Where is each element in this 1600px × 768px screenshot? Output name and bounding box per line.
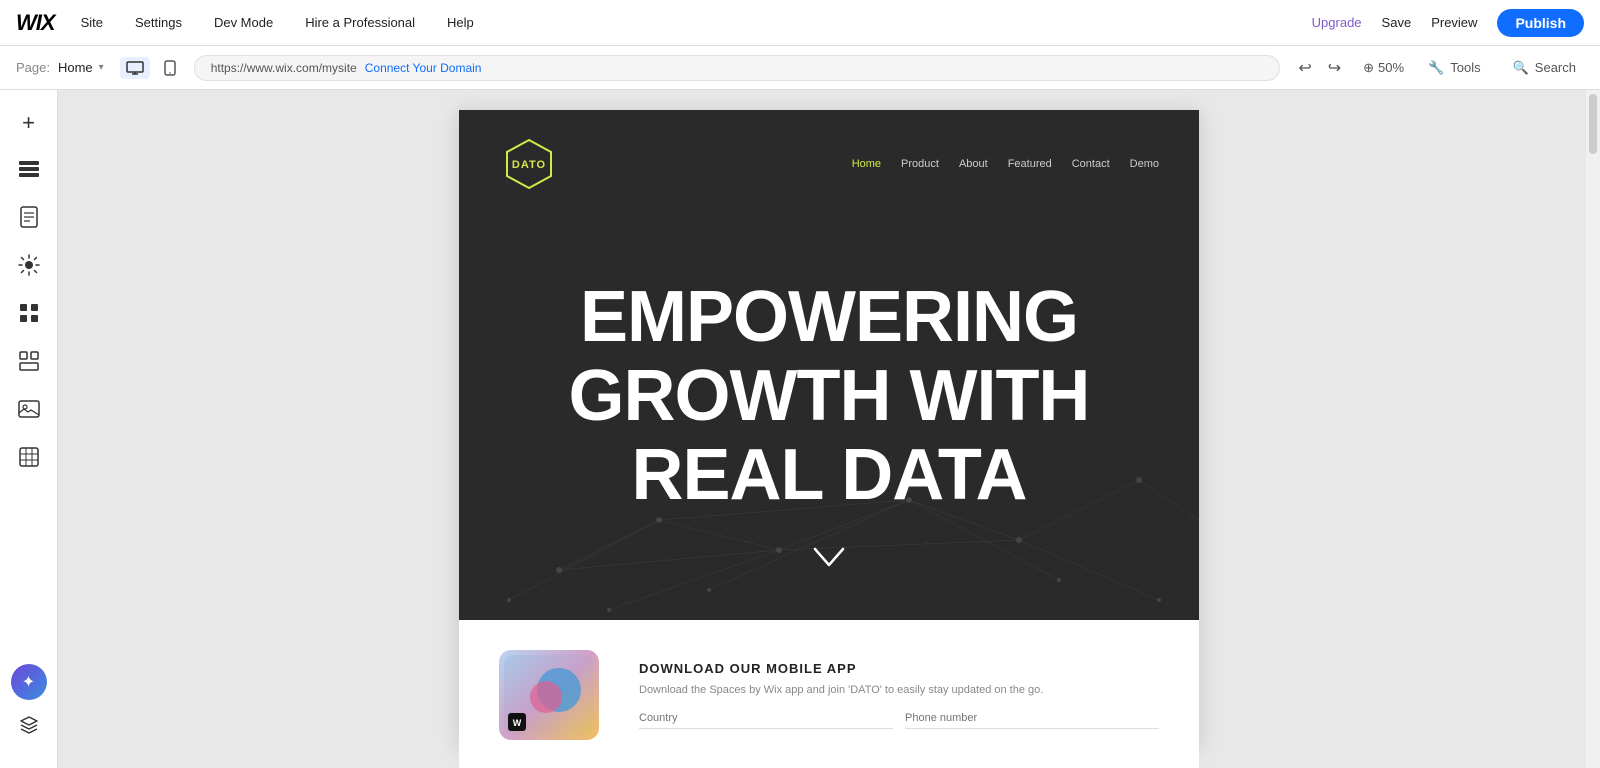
grid-icon — [19, 447, 39, 472]
search-icon: 🔍 — [1513, 60, 1529, 76]
hero-nav-contact[interactable]: Contact — [1072, 158, 1110, 170]
undo-button[interactable]: ↩ — [1292, 54, 1317, 82]
sidebar-grid[interactable] — [8, 438, 50, 480]
tools-icon: 🔧 — [1428, 60, 1444, 76]
top-nav: WIX Site Settings Dev Mode Hire a Profes… — [0, 0, 1600, 46]
hero-nav-featured[interactable]: Featured — [1008, 158, 1052, 170]
mobile-app-title: DOWNLOAD OUR MOBILE APP — [639, 661, 1159, 676]
country-input[interactable] — [639, 708, 893, 729]
media-icon — [18, 400, 40, 423]
app-mockup-image: W — [499, 650, 599, 740]
sidebar-apps[interactable] — [8, 294, 50, 336]
sections-icon — [18, 160, 40, 183]
desktop-device-icon[interactable] — [120, 57, 150, 79]
svg-text:DATO: DATO — [512, 159, 546, 171]
hero-section: DATO Home Product About Featured Contact… — [459, 110, 1199, 620]
publish-button[interactable]: Publish — [1497, 9, 1584, 37]
zoom-control[interactable]: ⊕ 50% — [1363, 60, 1404, 76]
addr-bar-right: ↩ ↪ ⊕ 50% 🔧 Tools 🔍 Search — [1292, 54, 1584, 82]
mobile-app-form — [639, 708, 1159, 729]
sidebar-bottom: ✦ — [8, 664, 50, 756]
search-button[interactable]: 🔍 Search — [1505, 56, 1584, 80]
tools-button[interactable]: 🔧 Tools — [1420, 56, 1489, 80]
url-text: https://www.wix.com/mysite — [211, 61, 357, 75]
nav-help[interactable]: Help — [441, 11, 480, 34]
wix-ai-button[interactable]: ✦ — [11, 664, 47, 700]
upgrade-button[interactable]: Upgrade — [1312, 15, 1362, 30]
svg-text:W: W — [513, 718, 522, 728]
sidebar-widgets[interactable] — [8, 342, 50, 384]
phone-input[interactable] — [905, 708, 1159, 729]
chevron-down-icon: ▾ — [99, 62, 104, 73]
preview-button[interactable]: Preview — [1431, 15, 1477, 30]
save-button[interactable]: Save — [1382, 15, 1412, 30]
left-sidebar: + ✦ — [0, 90, 58, 768]
nav-site[interactable]: Site — [75, 11, 109, 34]
hero-nav-product[interactable]: Product — [901, 158, 939, 170]
mobile-app-text: DOWNLOAD OUR MOBILE APP Download the Spa… — [639, 661, 1159, 730]
page-name: Home — [58, 60, 93, 75]
redo-button[interactable]: ↪ — [1322, 54, 1347, 82]
mobile-device-icon[interactable] — [158, 56, 182, 80]
undo-redo-group: ↩ ↪ — [1292, 54, 1347, 82]
widgets-icon — [19, 351, 39, 376]
vertical-scrollbar[interactable] — [1586, 90, 1600, 768]
tools-label: Tools — [1450, 60, 1480, 75]
pages-icon — [20, 206, 38, 233]
hero-title-line2: GROWTH WITH — [569, 357, 1090, 436]
address-bar: Page: Home ▾ https://www.wix.com/mysite … — [0, 46, 1600, 90]
canvas-area: DATO Home Product About Featured Contact… — [58, 90, 1600, 768]
hero-title: EMPOWERING GROWTH WITH REAL DATA — [569, 278, 1090, 516]
nav-hire[interactable]: Hire a Professional — [299, 11, 421, 34]
hero-title-line1: EMPOWERING — [569, 278, 1090, 357]
nav-dev-mode[interactable]: Dev Mode — [208, 11, 279, 34]
sidebar-add-icon[interactable]: + — [8, 102, 50, 144]
theme-icon — [18, 254, 40, 281]
site-preview: DATO Home Product About Featured Contact… — [459, 110, 1199, 748]
layers-icon — [19, 715, 39, 740]
sidebar-layers[interactable] — [8, 706, 50, 748]
sidebar-media[interactable] — [8, 390, 50, 432]
ai-sparkle-icon: ✦ — [22, 672, 35, 692]
nav-settings[interactable]: Settings — [129, 11, 188, 34]
add-icon: + — [22, 110, 35, 136]
mobile-app-section: W DOWNLOAD OUR MOBILE APP Download the S… — [459, 620, 1199, 768]
dato-logo: DATO — [499, 134, 559, 194]
zoom-value: 50% — [1378, 60, 1404, 75]
hero-nav-demo[interactable]: Demo — [1130, 158, 1159, 170]
hero-content: EMPOWERING GROWTH WITH REAL DATA — [459, 218, 1199, 614]
hero-nav-about[interactable]: About — [959, 158, 988, 170]
hero-title-line3: REAL DATA — [569, 436, 1090, 515]
wix-logo: WIX — [16, 10, 55, 36]
device-icons — [120, 56, 182, 80]
connect-domain-link[interactable]: Connect Your Domain — [365, 61, 482, 75]
hero-nav: DATO Home Product About Featured Contact… — [459, 110, 1199, 218]
sidebar-theme[interactable] — [8, 246, 50, 288]
zoom-icon: ⊕ — [1363, 60, 1374, 76]
hero-chevron-down[interactable] — [813, 546, 845, 574]
hero-nav-links: Home Product About Featured Contact Demo — [852, 158, 1159, 170]
sidebar-sections[interactable] — [8, 150, 50, 192]
page-label: Page: — [16, 60, 50, 75]
scrollbar-thumb[interactable] — [1589, 94, 1597, 154]
hero-nav-home[interactable]: Home — [852, 158, 881, 170]
sidebar-pages[interactable] — [8, 198, 50, 240]
search-label: Search — [1535, 60, 1576, 75]
url-bar: https://www.wix.com/mysite Connect Your … — [194, 55, 1281, 81]
apps-icon — [19, 303, 39, 328]
page-selector[interactable]: Page: Home ▾ — [16, 60, 104, 75]
mobile-app-description: Download the Spaces by Wix app and join … — [639, 682, 1159, 699]
